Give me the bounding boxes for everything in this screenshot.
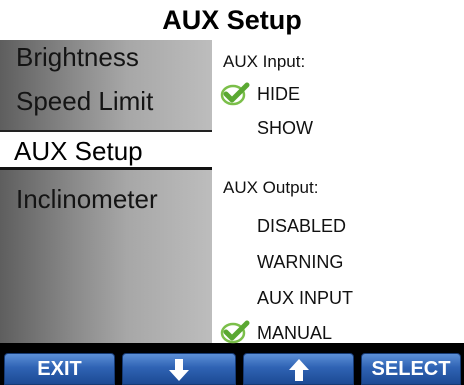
option-warning[interactable]: WARNING	[257, 252, 343, 273]
menu-item-inclinometer[interactable]: Inclinometer	[16, 184, 158, 215]
exit-button[interactable]: EXIT	[4, 353, 115, 385]
device-screen: Brightness Speed Limit AUX Setup Inclino…	[0, 40, 464, 385]
option-hide[interactable]: HIDE	[257, 84, 300, 105]
check-icon	[220, 82, 250, 106]
menu-item-aux-setup[interactable]: AUX Setup	[0, 132, 212, 170]
options-panel: AUX Input: HIDE SHOW AUX Output: DISABLE…	[212, 40, 464, 344]
aux-output-heading: AUX Output:	[223, 178, 319, 197]
select-button[interactable]: SELECT	[361, 353, 461, 385]
option-aux-input[interactable]: AUX INPUT	[257, 288, 353, 309]
option-disabled[interactable]: DISABLED	[257, 216, 346, 237]
up-button[interactable]	[243, 353, 354, 385]
arrow-up-icon	[288, 359, 309, 381]
down-button[interactable]	[122, 353, 236, 385]
option-show[interactable]: SHOW	[257, 118, 313, 139]
arrow-down-icon	[169, 359, 189, 381]
check-icon	[220, 320, 250, 344]
menu-item-brightness[interactable]: Brightness	[16, 42, 139, 73]
aux-input-heading: AUX Input:	[223, 52, 306, 71]
softkey-bar: EXIT SELECT	[0, 350, 464, 385]
settings-menu: Brightness Speed Limit AUX Setup Inclino…	[0, 40, 212, 343]
menu-item-speed-limit[interactable]: Speed Limit	[16, 86, 153, 117]
page-title: AUX Setup	[162, 5, 302, 35]
option-manual[interactable]: MANUAL	[257, 323, 332, 344]
